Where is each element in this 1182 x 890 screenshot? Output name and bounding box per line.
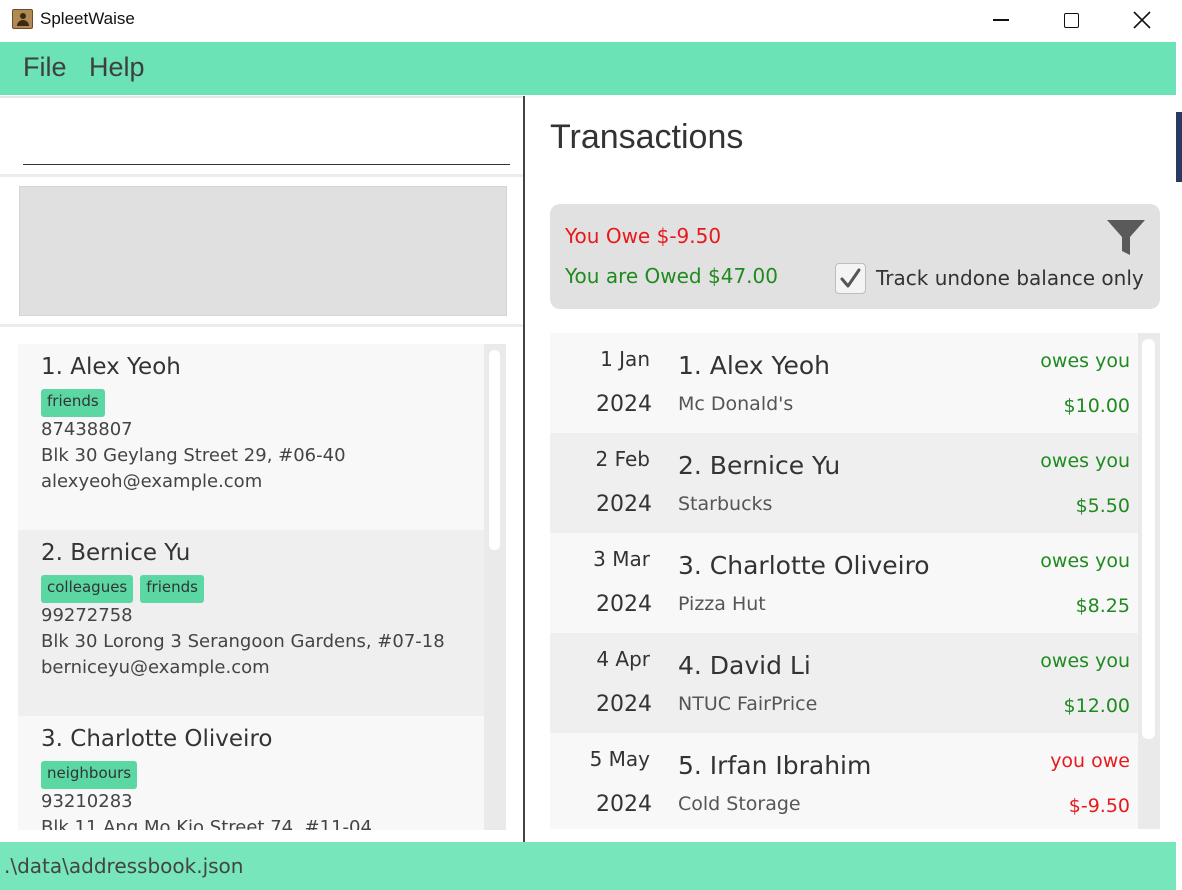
person-card[interactable]: 1. Alex Yeoh friends 87438807 Blk 30 Gey… <box>18 344 484 530</box>
transaction-year: 2024 <box>596 392 652 417</box>
app-contact-icon <box>12 9 33 29</box>
person-address: Blk 30 Lorong 3 Serangoon Gardens, #07-1… <box>41 631 445 652</box>
transaction-card[interactable]: 2 Feb 2024 2. Bernice Yu Starbucks owes … <box>550 433 1138 533</box>
menu-help[interactable]: Help <box>89 52 145 83</box>
transaction-amount: $5.50 <box>1075 495 1130 517</box>
close-button[interactable] <box>1119 0 1165 40</box>
transaction-person: 1. Alex Yeoh <box>678 351 831 380</box>
desktop-background <box>1176 0 1182 890</box>
tag: neighbours <box>41 761 138 789</box>
transaction-person: 2. Bernice Yu <box>678 451 841 480</box>
command-input[interactable] <box>20 118 507 158</box>
transaction-status: owes you <box>1040 550 1130 572</box>
tag: friends <box>140 575 204 603</box>
app-window: SpleetWaise File Help 1. Alex Yeoh frien… <box>0 0 1176 890</box>
balance-panel: You Owe $-9.50 You are Owed $47.00 Track… <box>550 204 1160 309</box>
transaction-year: 2024 <box>596 492 652 517</box>
person-tags: neighbours <box>41 761 138 789</box>
transaction-card[interactable]: 1 Jan 2024 1. Alex Yeoh Mc Donald's owes… <box>550 333 1138 433</box>
scrollbar-thumb[interactable] <box>1142 339 1155 739</box>
person-card[interactable]: 3. Charlotte Oliveiro neighbours 9321028… <box>18 716 484 830</box>
transaction-description: NTUC FairPrice <box>678 693 818 715</box>
transaction-card[interactable]: 3 Mar 2024 3. Charlotte Oliveiro Pizza H… <box>550 533 1138 633</box>
person-phone: 99272758 <box>41 605 133 626</box>
checkmark-icon <box>840 268 861 288</box>
minimize-button[interactable] <box>978 0 1024 40</box>
background-window-edge <box>1176 112 1182 182</box>
result-display <box>19 186 507 316</box>
transaction-amount: $12.00 <box>1063 695 1130 717</box>
transaction-year: 2024 <box>596 692 652 717</box>
transaction-status: owes you <box>1040 450 1130 472</box>
transaction-person: 3. Charlotte Oliveiro <box>678 551 930 580</box>
tag: colleagues <box>41 575 134 603</box>
window-title: SpleetWaise <box>40 9 135 28</box>
divider <box>0 324 523 327</box>
transactions-pane: Transactions You Owe $-9.50 You are Owed… <box>525 96 1176 842</box>
close-icon <box>1133 11 1151 29</box>
person-list-scrollbar[interactable] <box>484 344 506 830</box>
track-undone-label[interactable]: Track undone balance only <box>876 266 1144 290</box>
person-tags: colleagues friends <box>41 575 204 603</box>
person-card[interactable]: 2. Bernice Yu colleagues friends 9927275… <box>18 530 484 716</box>
person-name: 1. Alex Yeoh <box>41 354 181 380</box>
status-bar: .\data\addressbook.json <box>0 842 1176 890</box>
minimize-icon <box>993 19 1009 21</box>
command-underline <box>23 164 510 165</box>
you-owe-text: You Owe $-9.50 <box>565 224 722 248</box>
data-file-path: .\data\addressbook.json <box>4 854 244 878</box>
person-phone: 87438807 <box>41 419 133 440</box>
transaction-card[interactable]: 5 May 2024 5. Irfan Ibrahim Cold Storage… <box>550 733 1138 829</box>
divider <box>0 174 523 177</box>
transaction-list[interactable]: 1 Jan 2024 1. Alex Yeoh Mc Donald's owes… <box>550 333 1160 829</box>
transaction-status: owes you <box>1040 350 1130 372</box>
person-phone: 93210283 <box>41 791 133 812</box>
transaction-amount: $-9.50 <box>1068 795 1130 817</box>
transaction-list-scrollbar[interactable] <box>1138 333 1160 829</box>
you-are-owed-text: You are Owed $47.00 <box>565 264 778 288</box>
transaction-amount: $8.25 <box>1075 595 1130 617</box>
transaction-day: 1 Jan <box>600 347 650 371</box>
maximize-button[interactable] <box>1048 0 1094 40</box>
person-email: alexyeoh@example.com <box>41 471 263 492</box>
maximize-icon <box>1063 12 1079 28</box>
transaction-status: owes you <box>1040 650 1130 672</box>
transaction-status: you owe <box>1050 750 1130 772</box>
filter-funnel-icon[interactable] <box>1106 218 1146 256</box>
transaction-day: 5 May <box>589 747 650 771</box>
transaction-year: 2024 <box>596 792 652 817</box>
command-box[interactable] <box>3 98 521 174</box>
transaction-day: 2 Feb <box>595 447 651 471</box>
transaction-description: Mc Donald's <box>678 393 794 415</box>
title-bar: SpleetWaise <box>0 0 1176 40</box>
tag: friends <box>41 389 105 417</box>
transaction-person: 4. David Li <box>678 651 811 680</box>
transaction-person: 5. Irfan Ibrahim <box>678 751 872 780</box>
transaction-day: 4 Apr <box>596 647 650 671</box>
menu-file[interactable]: File <box>23 52 67 83</box>
transaction-card[interactable]: 4 Apr 2024 4. David Li NTUC FairPrice ow… <box>550 633 1138 733</box>
transaction-amount: $10.00 <box>1063 395 1130 417</box>
person-list[interactable]: 1. Alex Yeoh friends 87438807 Blk 30 Gey… <box>18 344 506 830</box>
transaction-year: 2024 <box>596 592 652 617</box>
transaction-description: Cold Storage <box>678 793 801 815</box>
transactions-title: Transactions <box>550 118 744 156</box>
scrollbar-thumb[interactable] <box>489 350 500 550</box>
transaction-description: Starbucks <box>678 493 773 515</box>
person-tags: friends <box>41 389 105 417</box>
person-name: 3. Charlotte Oliveiro <box>41 726 273 752</box>
person-address: Blk 30 Geylang Street 29, #06-40 <box>41 445 346 466</box>
menu-bar: File Help <box>0 42 1176 95</box>
person-address: Blk 11 Ang Mo Kio Street 74, #11-04 <box>41 817 372 830</box>
track-undone-checkbox[interactable] <box>835 263 866 294</box>
transaction-description: Pizza Hut <box>678 593 766 615</box>
person-name: 2. Bernice Yu <box>41 540 191 566</box>
person-email: berniceyu@example.com <box>41 657 270 678</box>
left-pane: 1. Alex Yeoh friends 87438807 Blk 30 Gey… <box>0 96 523 842</box>
transaction-day: 3 Mar <box>593 547 650 571</box>
